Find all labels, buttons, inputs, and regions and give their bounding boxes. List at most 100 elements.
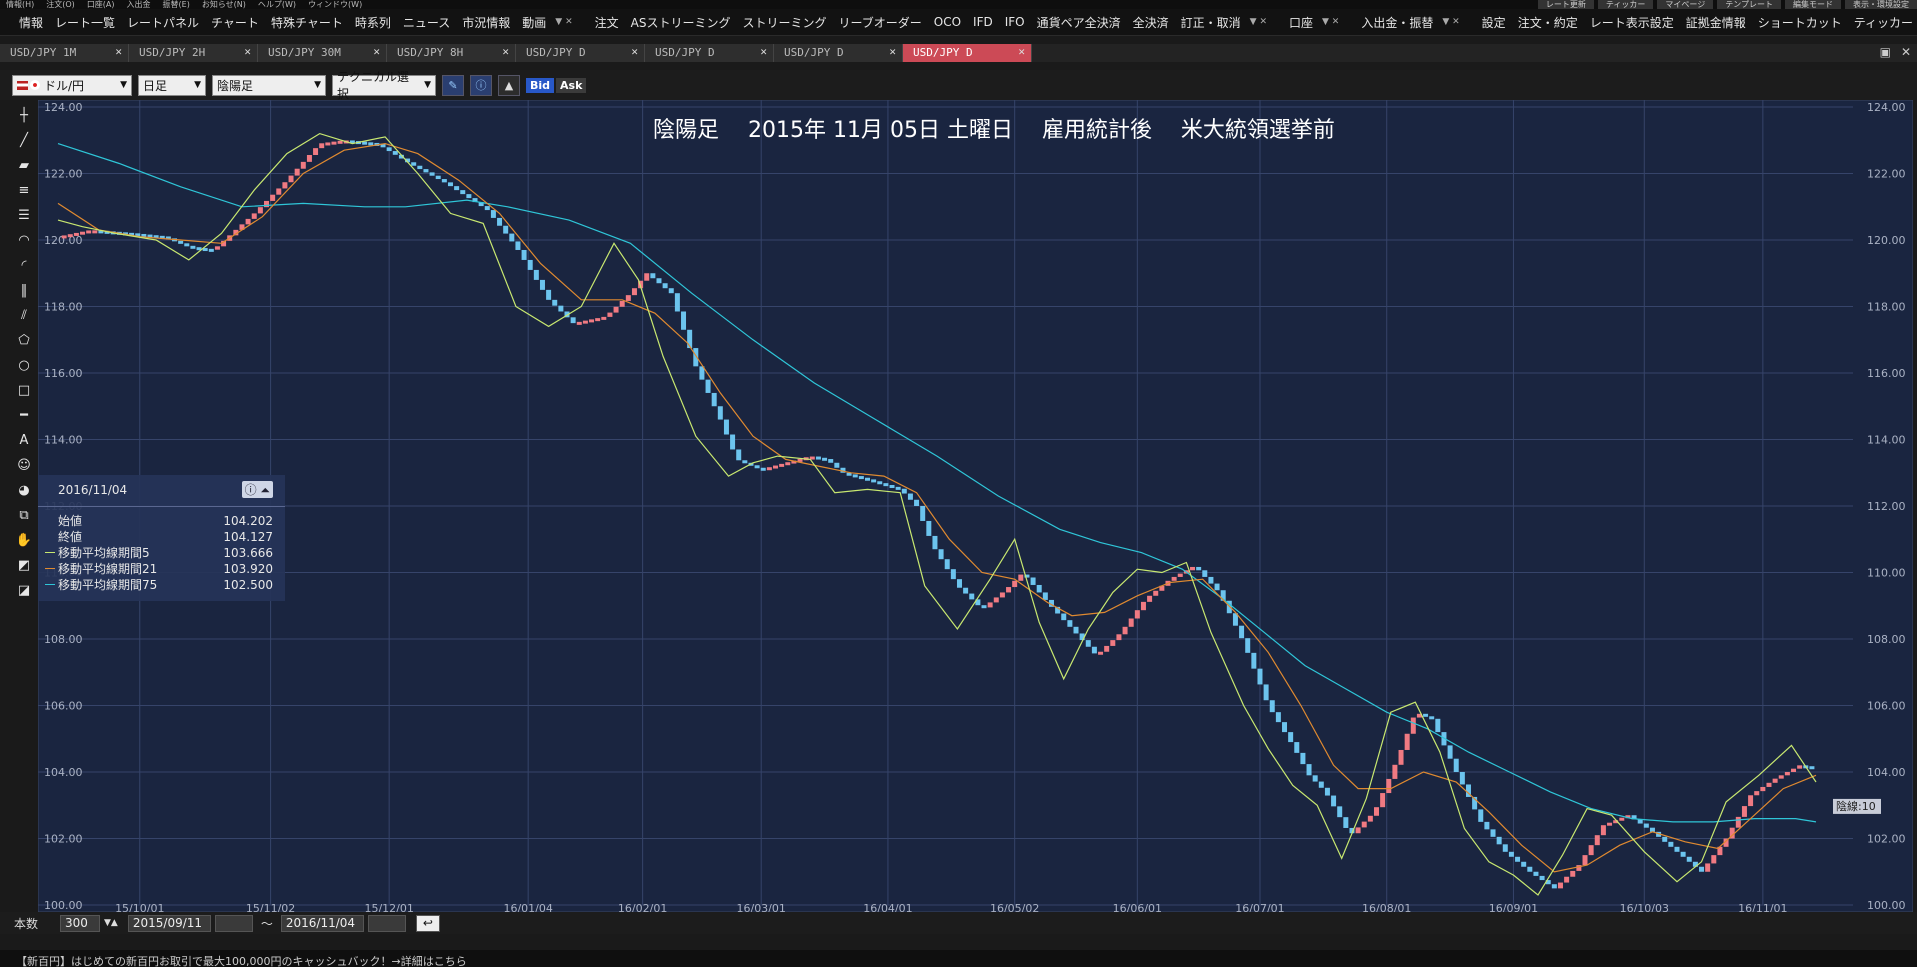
ask-button[interactable]: Ask [556, 77, 587, 93]
toolbar-button[interactable]: レートパネル [121, 14, 205, 31]
technical-select[interactable]: テクニカル選択 ▼ [332, 70, 436, 101]
toolbar-overflow-icon[interactable]: ▼ ✕ [1247, 17, 1270, 27]
toolbar-button[interactable]: OCO [928, 15, 967, 29]
close-tab-icon[interactable]: ✕ [244, 45, 251, 58]
toolbar-button[interactable]: 時系列 [349, 14, 397, 31]
hand-icon[interactable]: ✋ [14, 530, 35, 550]
chart-tab[interactable]: USD/JPY D ✕ [645, 44, 774, 62]
eraser-all-icon[interactable]: ◪ [14, 580, 35, 600]
menu-item[interactable]: お知らせ(N) [196, 0, 252, 9]
currency-pair-select[interactable]: ドル/円 ▼ [12, 74, 132, 96]
bar-count-stepper-icon[interactable]: ▼▲ [104, 918, 118, 928]
bid-button[interactable]: Bid [526, 77, 555, 93]
toolbar-button[interactable]: 入出金・振替 [1355, 14, 1439, 31]
menu-right-button[interactable]: テンプレート [1717, 0, 1781, 9]
menu-right-button[interactable]: 表示・環境設定 [1845, 0, 1917, 9]
menu-item[interactable]: 情報(H) [0, 0, 40, 9]
menu-right-button[interactable]: 編集モード [1785, 0, 1841, 9]
toolbar-button[interactable]: 注文・約定 [1512, 14, 1584, 31]
menu-item[interactable]: 振替(E) [157, 0, 196, 9]
chart-tab[interactable]: USD/JPY D ✕ [903, 44, 1032, 62]
chart-tab[interactable]: USD/JPY D ✕ [516, 44, 645, 62]
toolbar-overflow-icon[interactable]: ▼ ✕ [1439, 17, 1462, 27]
to-time-input[interactable] [367, 914, 406, 932]
crosshair-icon[interactable]: ┼ [14, 105, 35, 125]
menu-item[interactable]: 入出金 [121, 0, 157, 9]
toolbar-button[interactable]: 設定 [1476, 14, 1512, 31]
chart-tab[interactable]: USD/JPY 1M ✕ [0, 44, 129, 62]
period-select[interactable]: 日足 ▼ [138, 74, 206, 96]
arc-icon[interactable]: ◜ [14, 255, 35, 275]
toolbar-overflow-icon[interactable]: ▼ ✕ [552, 17, 575, 27]
toolbar-button[interactable]: 情報 [13, 14, 49, 31]
news-ticker[interactable]: 【新百円】はじめての新百円お取引で最大100,000円のキャッシュバック！→詳細… [0, 950, 1917, 967]
circle-icon[interactable]: ○ [14, 355, 35, 375]
toolbar-button[interactable]: リーブオーダー [832, 14, 927, 31]
chart-tab[interactable]: USD/JPY 2H ✕ [129, 44, 258, 62]
chart-tab[interactable]: USD/JPY 8H ✕ [387, 44, 516, 62]
close-window-icon[interactable]: ✕ [1901, 45, 1911, 59]
toolbar-button[interactable]: ティッカー [1848, 14, 1917, 31]
copy-icon[interactable]: ⧉ [14, 505, 35, 525]
toolbar-button[interactable]: 注文 [589, 14, 625, 31]
toolbar-button[interactable]: 口座 [1283, 14, 1319, 31]
menu-item[interactable]: ヘルプ(W) [252, 0, 302, 9]
toolbar-button[interactable]: 全決済 [1127, 14, 1175, 31]
fibonacci-icon[interactable]: ☰ [14, 205, 35, 225]
toolbar-button[interactable]: 通貨ペア全決済 [1031, 14, 1127, 31]
chart-type-icon[interactable]: ▲ [498, 74, 520, 96]
eraser-icon[interactable]: ◩ [14, 555, 35, 575]
from-date-input[interactable]: 2015/09/11 [127, 914, 211, 932]
bar-count-input[interactable]: 300 [60, 914, 101, 932]
menu-right-button[interactable]: ティッカー [1597, 0, 1654, 9]
toolbar-button[interactable]: ニュース [397, 14, 456, 31]
toolbar-button[interactable]: ショートカット [1752, 14, 1848, 31]
horizontal-lines-icon[interactable]: ≡ [14, 180, 35, 200]
menu-item[interactable]: 注文(O) [40, 0, 81, 9]
vertical-lines-icon[interactable]: ‖ [14, 280, 35, 300]
fan-icon[interactable]: ◠ [14, 230, 35, 250]
toolbar-button[interactable]: レート一覧 [49, 14, 121, 31]
toolbar-button[interactable]: IFD [967, 15, 999, 29]
pen-icon[interactable]: ✎ [442, 74, 464, 96]
to-date-input[interactable]: 2016/11/04 [280, 914, 364, 932]
toolbar-button[interactable]: 特殊チャート [265, 14, 349, 31]
stamp-icon[interactable]: ☺ [14, 455, 35, 475]
toolbar-button[interactable]: ストリーミング [736, 14, 832, 31]
menu-item[interactable]: ウィンドウ(W) [302, 0, 368, 9]
close-tab-icon[interactable]: ✕ [373, 45, 380, 58]
info-icon[interactable]: ⓘ [470, 74, 492, 96]
restore-window-icon[interactable]: ▣ [1880, 45, 1891, 59]
close-tab-icon[interactable]: ✕ [631, 45, 638, 58]
menu-right-button[interactable]: レート更新 [1537, 0, 1594, 9]
toolbar-button[interactable]: ASストリーミング [625, 14, 737, 31]
toolbar-button[interactable]: 訂正・取消 [1175, 14, 1247, 31]
toolbar-button[interactable]: チャート [205, 14, 265, 31]
info-toggle-icon[interactable]: ⓘ ⏶ [241, 481, 273, 498]
menu-right-button[interactable]: マイページ [1657, 0, 1714, 9]
pentagon-icon[interactable]: ⬠ [14, 330, 35, 350]
chart-tab[interactable]: USD/JPY D ✕ [774, 44, 903, 62]
toolbar-button[interactable]: 市況情報 [456, 14, 516, 31]
toolbar-overflow-icon[interactable]: ▼ ✕ [1319, 17, 1342, 27]
menu-item[interactable]: 口座(A) [81, 0, 121, 9]
close-tab-icon[interactable]: ✕ [115, 45, 122, 58]
trendline-icon[interactable]: ╱ [14, 130, 35, 150]
ruler-icon[interactable]: ▰ [14, 155, 35, 175]
close-tab-icon[interactable]: ✕ [889, 45, 896, 58]
toolbar-button[interactable]: IFO [999, 15, 1031, 29]
horizontal-line-icon[interactable]: ━ [14, 405, 35, 425]
price-chart[interactable]: 124.00 124.00122.00 122.00120.00 120.00118.… [38, 100, 1913, 912]
toolbar-button[interactable]: レート表示設定 [1584, 14, 1680, 31]
magnet-icon[interactable]: ◕ [14, 480, 35, 500]
from-time-input[interactable] [214, 914, 253, 932]
rectangle-icon[interactable]: □ [14, 380, 35, 400]
chart-style-select[interactable]: 陰陽足 ▼ [212, 74, 326, 96]
toolbar-button[interactable]: 動画 [516, 14, 552, 31]
toolbar-button[interactable]: 証拠金情報 [1680, 14, 1752, 31]
channel-icon[interactable]: ⫽ [14, 305, 35, 325]
chart-tab[interactable]: USD/JPY 30M ✕ [258, 44, 387, 62]
text-icon[interactable]: A [14, 430, 35, 450]
refresh-icon[interactable]: ↩ [415, 914, 440, 932]
close-tab-icon[interactable]: ✕ [502, 45, 509, 58]
